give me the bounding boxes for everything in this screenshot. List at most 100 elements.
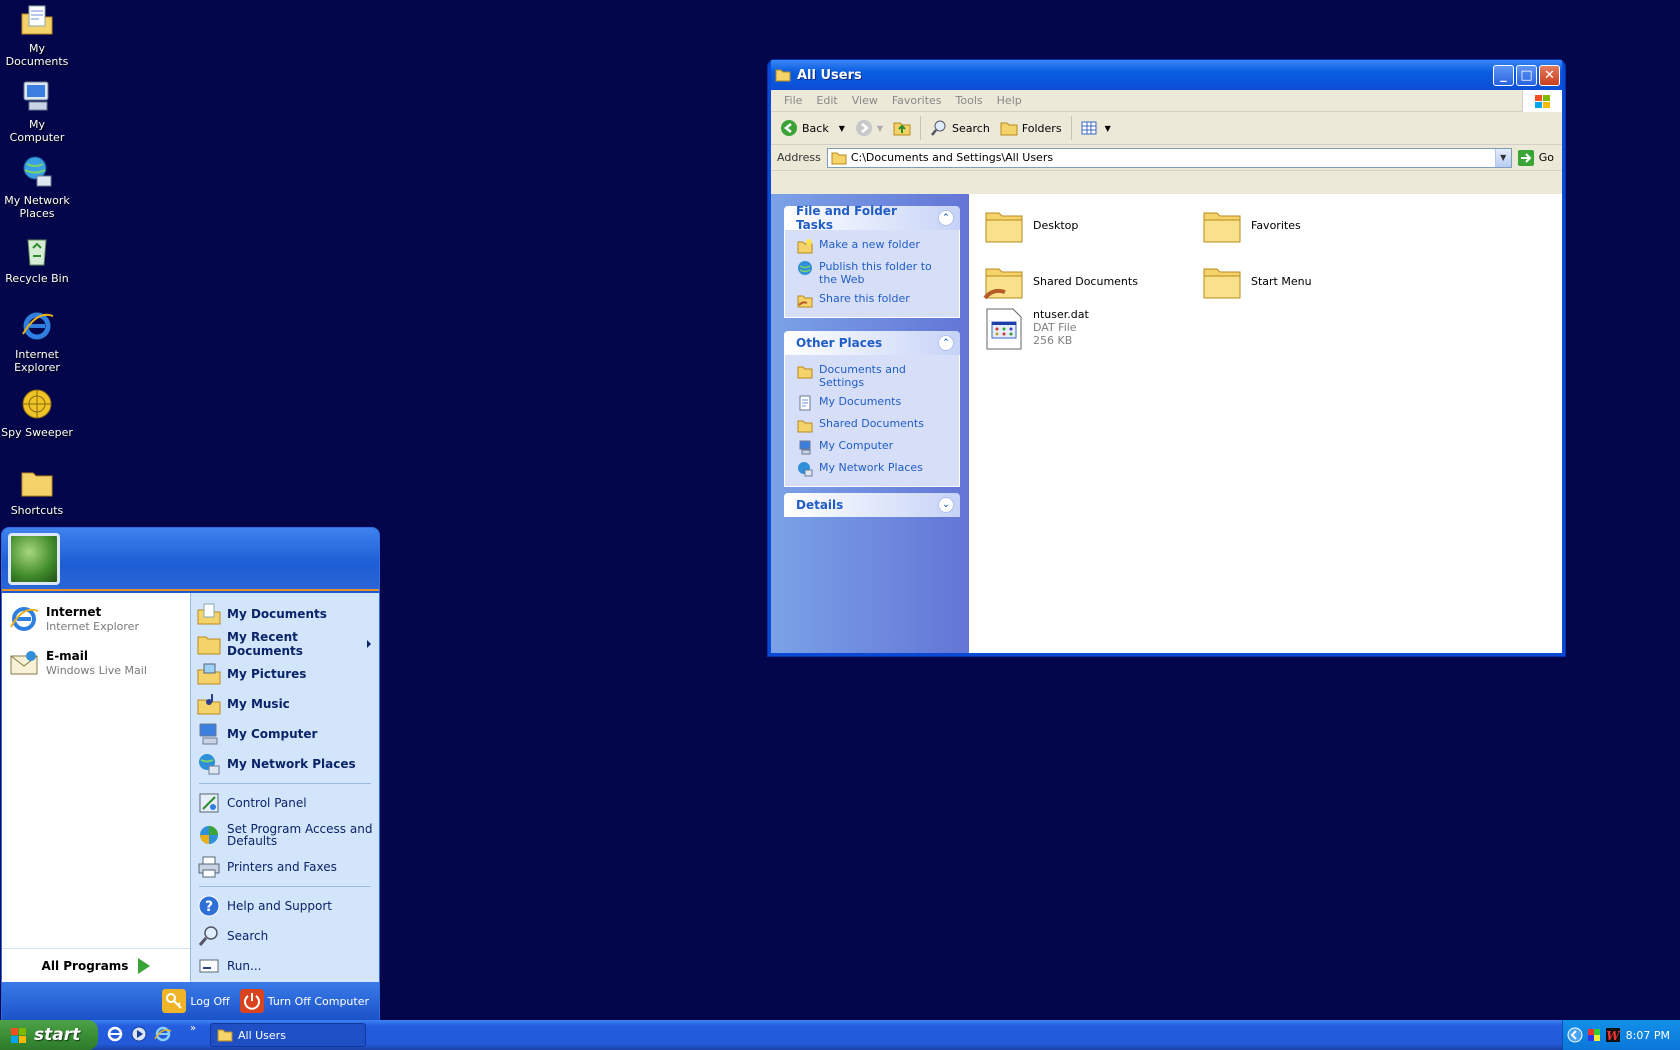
address-dropdown-button[interactable]: ▼ bbox=[1494, 148, 1511, 167]
views-button[interactable]: ▼ bbox=[1077, 115, 1115, 141]
start-search[interactable]: Search bbox=[191, 921, 379, 951]
file-folder-tasks-panel: File and Folder Tasks ⌃ Make a new folde… bbox=[784, 204, 960, 318]
address-input[interactable]: C:\Documents and Settings\All Users ▼ bbox=[826, 147, 1512, 168]
file-folder-tasks-header[interactable]: File and Folder Tasks ⌃ bbox=[784, 204, 960, 232]
file-name: Favorites bbox=[1251, 218, 1301, 232]
toolbar: Back ▼ ▼ Search Folders ▼ bbox=[771, 112, 1562, 145]
start-control-panel[interactable]: Control Panel bbox=[191, 788, 379, 818]
folder-icon bbox=[21, 472, 53, 497]
maximize-button[interactable]: □ bbox=[1516, 64, 1537, 86]
media-player-icon[interactable] bbox=[130, 1025, 148, 1043]
go-button[interactable]: Go bbox=[1512, 149, 1562, 167]
desktop-icon-my-computer[interactable]: My Computer bbox=[0, 78, 74, 144]
taskbar-task-all-users[interactable]: All Users bbox=[210, 1023, 366, 1047]
place-documents-and-settings[interactable]: Documents and Settings bbox=[797, 360, 951, 392]
tray-app-icon[interactable] bbox=[1586, 1027, 1602, 1043]
minimize-button[interactable]: _ bbox=[1493, 64, 1514, 86]
menu-tools[interactable]: Tools bbox=[949, 94, 990, 107]
place-shared-documents[interactable]: Shared Documents bbox=[797, 414, 951, 436]
file-item-ntuser-dat[interactable]: ntuser.dat DAT File 256 KB bbox=[983, 308, 1089, 350]
desktop-icon-internet-explorer[interactable]: Internet Explorer bbox=[0, 308, 74, 374]
desktop-icon-shortcuts[interactable]: Shortcuts bbox=[0, 464, 74, 517]
folder-icon bbox=[985, 212, 1023, 243]
start-printers-faxes[interactable]: Printers and Faxes bbox=[191, 852, 379, 882]
tray-expand-icon[interactable] bbox=[1567, 1027, 1583, 1043]
details-header[interactable]: Details ⌄ bbox=[784, 493, 960, 517]
task-label: Make a new folder bbox=[819, 238, 920, 251]
spy-sweeper-tray-icon[interactable]: W bbox=[1605, 1027, 1621, 1043]
my-documents-icon bbox=[799, 395, 811, 411]
up-folder-icon bbox=[893, 122, 911, 136]
menu-view[interactable]: View bbox=[845, 94, 885, 107]
folder-icon bbox=[797, 366, 813, 379]
collapse-chevron-icon[interactable]: ⌃ bbox=[938, 210, 954, 226]
quicklaunch-ie-icon[interactable] bbox=[106, 1025, 124, 1043]
recycle-bin-icon bbox=[27, 239, 47, 266]
back-dropdown-icon[interactable]: ▼ bbox=[839, 124, 845, 133]
start-my-computer[interactable]: My Computer bbox=[191, 719, 379, 749]
menu-favorites[interactable]: Favorites bbox=[885, 94, 949, 107]
desktop-icon-label: Internet Explorer bbox=[14, 348, 60, 374]
folders-label: Folders bbox=[1021, 121, 1062, 135]
start-my-music[interactable]: My Music bbox=[191, 689, 379, 719]
file-item-favorites[interactable]: Favorites bbox=[1201, 204, 1301, 246]
clock[interactable]: 8:07 PM bbox=[1626, 1029, 1670, 1042]
file-list: Desktop Favorites Shared Documents Start… bbox=[979, 204, 1562, 653]
desktop-icon-spy-sweeper[interactable]: Spy Sweeper bbox=[0, 386, 74, 439]
close-button[interactable]: ✕ bbox=[1539, 64, 1560, 86]
folders-button[interactable]: Folders bbox=[996, 115, 1066, 141]
desktop-icon-network-places[interactable]: My Network Places bbox=[0, 154, 74, 220]
back-label: Back bbox=[802, 121, 829, 135]
task-make-new-folder[interactable]: Make a new folder bbox=[797, 235, 951, 257]
collapse-chevron-icon[interactable]: ⌃ bbox=[938, 335, 954, 351]
window-titlebar[interactable]: All Users _ □ ✕ bbox=[771, 60, 1562, 90]
pinned-email[interactable]: E-mail Windows Live Mail bbox=[2, 641, 190, 685]
menu-file[interactable]: File bbox=[777, 94, 809, 107]
log-off-button[interactable]: Log Off bbox=[162, 989, 230, 1013]
start-menu-footer: Log Off Turn Off Computer bbox=[2, 982, 379, 1020]
task-pane: File and Folder Tasks ⌃ Make a new folde… bbox=[771, 194, 969, 653]
recent-documents-icon bbox=[197, 636, 221, 655]
file-item-desktop[interactable]: Desktop bbox=[983, 204, 1078, 246]
start-my-pictures[interactable]: My Pictures bbox=[191, 659, 379, 689]
search-button[interactable]: Search bbox=[926, 115, 994, 141]
pinned-subtitle: Internet Explorer bbox=[46, 620, 139, 633]
pinned-internet[interactable]: Internet Internet Explorer bbox=[2, 597, 190, 641]
task-share-folder[interactable]: Share this folder bbox=[797, 289, 951, 311]
file-item-shared-documents[interactable]: Shared Documents bbox=[983, 260, 1138, 302]
internet-explorer-icon[interactable] bbox=[154, 1025, 172, 1043]
file-item-start-menu[interactable]: Start Menu bbox=[1201, 260, 1312, 302]
back-button[interactable]: Back ▼ bbox=[776, 115, 849, 141]
start-my-network-places[interactable]: My Network Places bbox=[191, 749, 379, 779]
avatar[interactable] bbox=[8, 532, 60, 585]
details-panel: Details ⌄ bbox=[784, 493, 960, 517]
start-help-support[interactable]: ? Help and Support bbox=[191, 891, 379, 921]
forward-dropdown-icon[interactable]: ▼ bbox=[877, 124, 883, 133]
explorer-window[interactable]: All Users _ □ ✕ File Edit View Favorites… bbox=[767, 59, 1566, 657]
place-my-computer[interactable]: My Computer bbox=[797, 436, 951, 458]
desktop-icon-recycle-bin[interactable]: Recycle Bin bbox=[0, 232, 74, 285]
all-programs-button[interactable]: All Programs bbox=[2, 948, 190, 982]
desktop-icon-label: My Documents bbox=[5, 42, 69, 68]
turn-off-button[interactable]: Turn Off Computer bbox=[239, 989, 369, 1013]
start-run[interactable]: Run... bbox=[191, 951, 379, 981]
expand-chevron-icon[interactable]: ⌄ bbox=[938, 497, 954, 513]
task-publish-to-web[interactable]: Publish this folder to the Web bbox=[797, 257, 951, 289]
place-my-documents[interactable]: My Documents bbox=[797, 392, 951, 414]
network-places-icon bbox=[798, 462, 813, 477]
menu-help[interactable]: Help bbox=[990, 94, 1029, 107]
quick-launch-overflow-icon[interactable]: » bbox=[190, 1023, 196, 1034]
start-my-recent-documents[interactable]: My Recent Documents bbox=[191, 629, 379, 659]
start-set-program-access[interactable]: Set Program Access and Defaults bbox=[191, 818, 379, 852]
folder-icon bbox=[217, 1029, 233, 1042]
log-off-label: Log Off bbox=[190, 994, 230, 1008]
forward-button[interactable]: ▼ bbox=[851, 115, 887, 141]
start-item-label: Printers and Faxes bbox=[227, 860, 337, 874]
start-my-documents[interactable]: My Documents bbox=[191, 599, 379, 629]
up-folder-button[interactable] bbox=[889, 115, 915, 141]
start-button[interactable]: start bbox=[0, 1020, 98, 1050]
place-my-network-places[interactable]: My Network Places bbox=[797, 458, 951, 480]
menu-edit[interactable]: Edit bbox=[809, 94, 844, 107]
desktop-icon-my-documents[interactable]: My Documents bbox=[0, 2, 74, 68]
other-places-header[interactable]: Other Places ⌃ bbox=[784, 331, 960, 355]
